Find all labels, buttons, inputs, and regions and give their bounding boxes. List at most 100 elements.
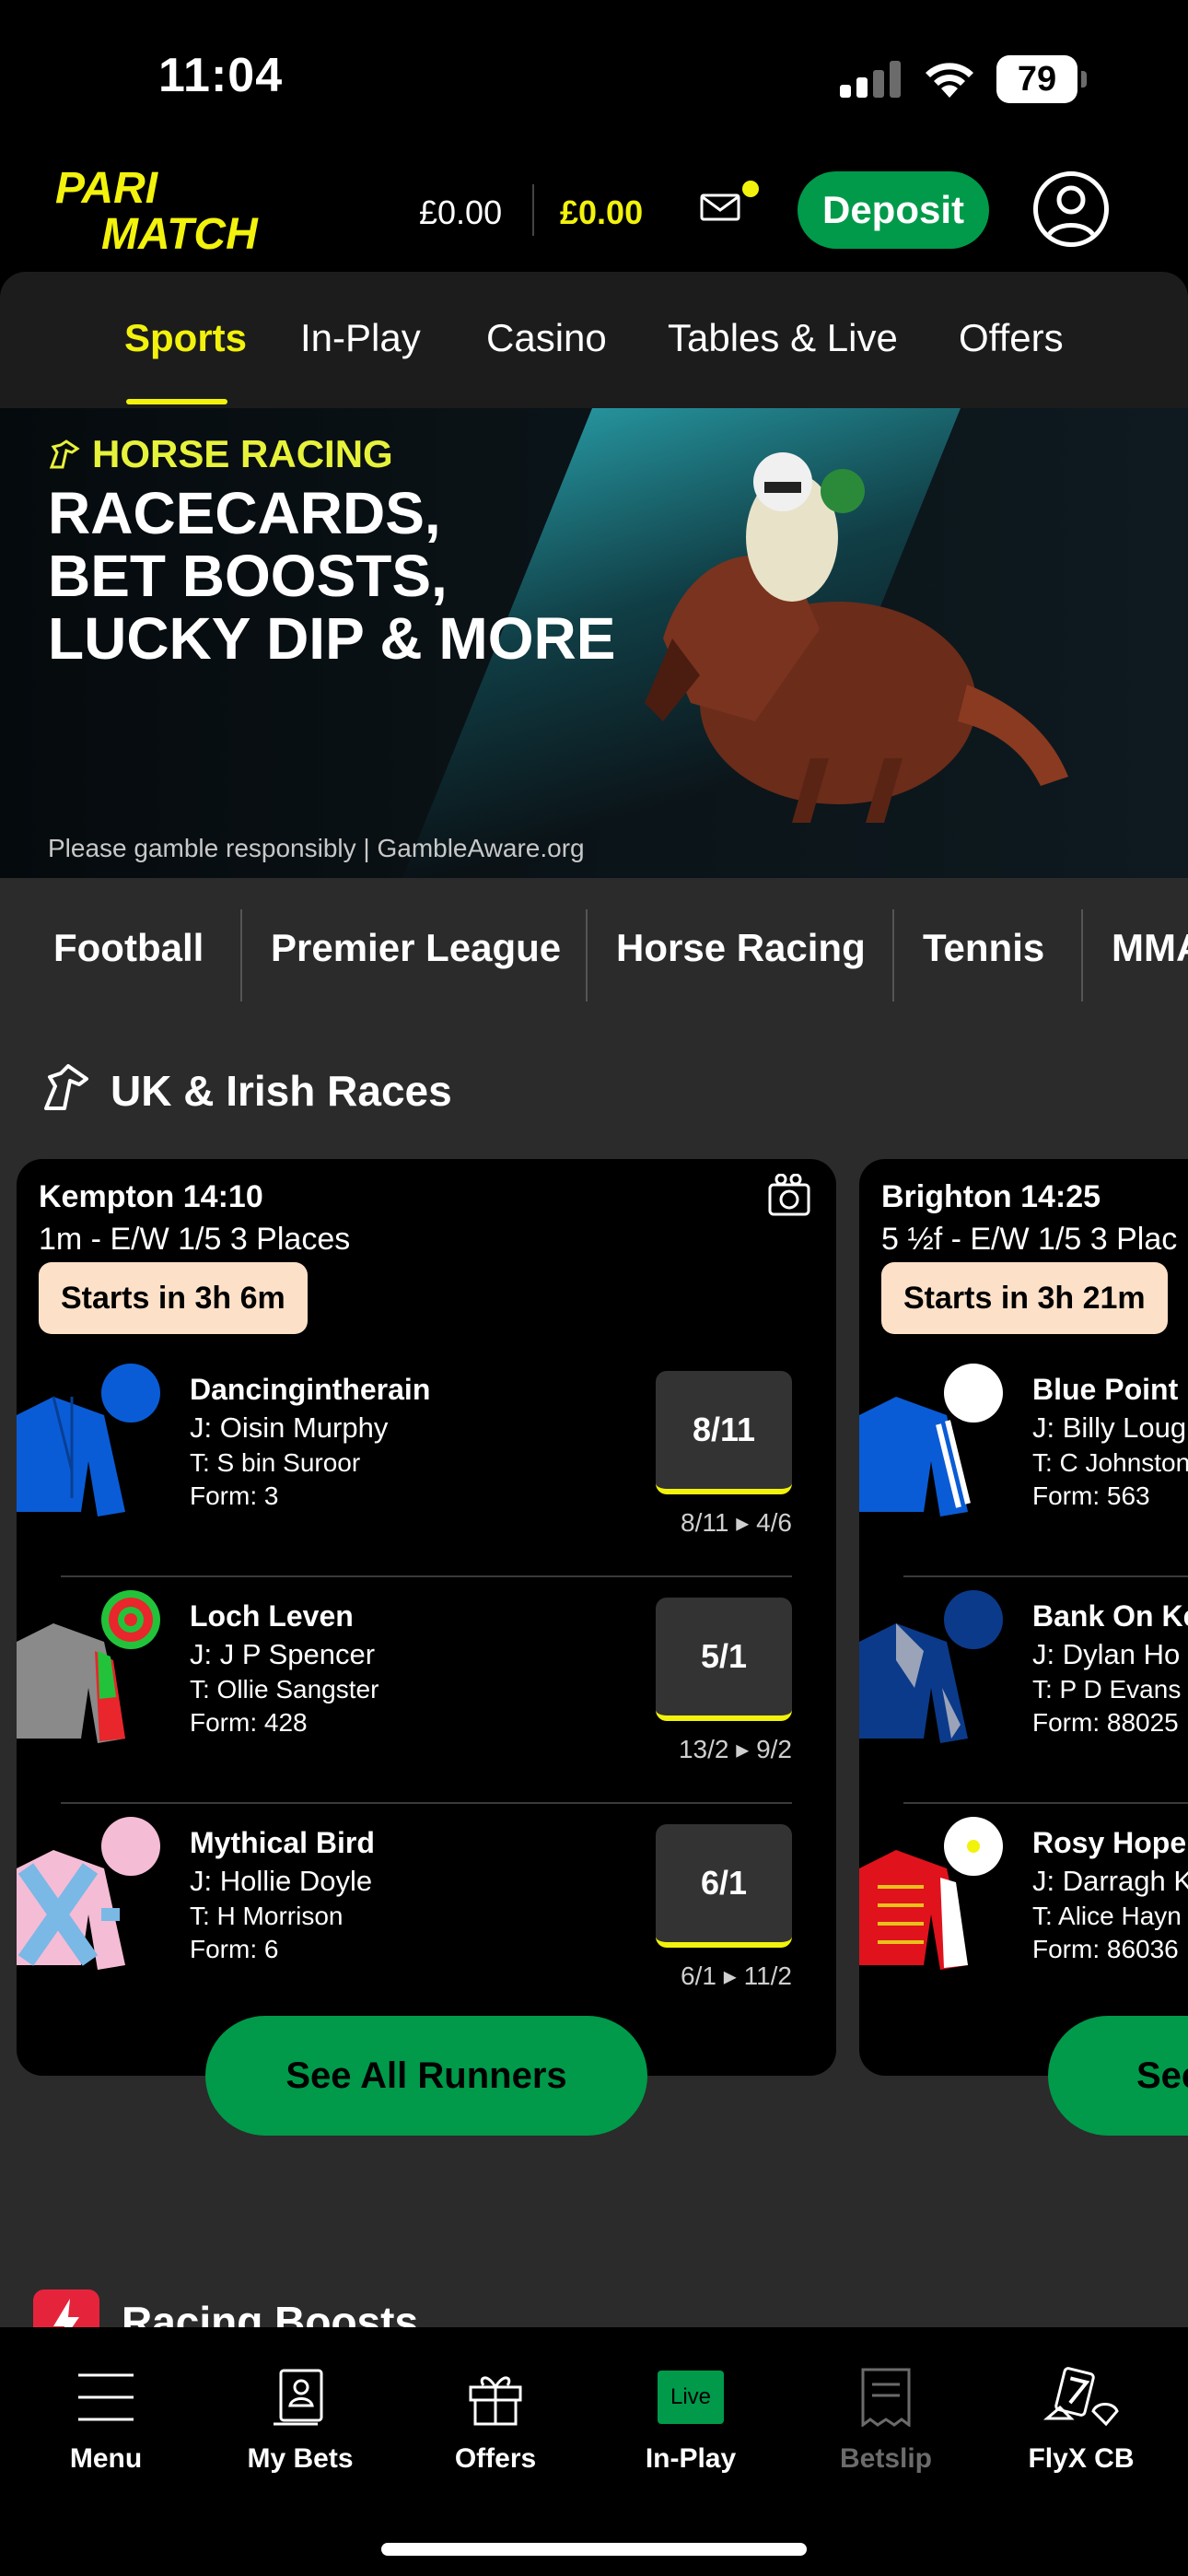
- tab-tables-live[interactable]: Tables & Live: [668, 316, 898, 360]
- runner-jockey: J: Dylan Ho: [1032, 1638, 1181, 1670]
- race-card[interactable]: Brighton 14:25 5 ½f - E/W 1/5 3 Plac Sta…: [859, 1159, 1188, 2076]
- menu-icon: [78, 2373, 134, 2421]
- runner-trainer: T: S bin Suroor: [190, 1448, 361, 1477]
- runner-row[interactable]: Mythical Bird J: Hollie Doyle T: H Morri…: [17, 1804, 836, 2031]
- odds-previous: 8/11: [681, 1508, 729, 1537]
- tab-casino[interactable]: Casino: [486, 316, 607, 360]
- tab-in-play[interactable]: In-Play: [300, 316, 421, 360]
- runner-name: Bank On Ke: [1032, 1599, 1188, 1633]
- odds-movement: 8/11 ▸ 4/6: [681, 1508, 792, 1537]
- jockey-horse-image: [645, 452, 1068, 823]
- race-details: 5 ½f - E/W 1/5 3 Plac: [881, 1222, 1178, 1257]
- status-time: 11:04: [158, 49, 284, 102]
- jockey-silks: [859, 1364, 1003, 1516]
- odds-previous: 6/1: [681, 1961, 716, 1990]
- app-header: PARI MATCH £0.00 £0.00 Deposit: [0, 157, 1188, 272]
- odds-button[interactable]: 6/1: [656, 1824, 792, 1948]
- racing-boosts-title: Racing Boosts: [122, 2298, 419, 2327]
- odds-movement: 13/2 ▸ 9/2: [678, 1735, 792, 1763]
- runner-jockey: J: J P Spencer: [190, 1638, 376, 1670]
- race-countdown: Starts in 3h 21m: [881, 1262, 1168, 1334]
- my-bets-icon: [274, 2369, 323, 2426]
- tab-label: In-Play: [645, 2443, 737, 2474]
- active-tab-indicator: [126, 399, 227, 404]
- tab-label: Offers: [454, 2443, 537, 2474]
- odds-current: 9/2: [756, 1735, 792, 1763]
- tab-in-play-bottom[interactable]: Live In-Play: [599, 2360, 783, 2475]
- runner-row[interactable]: Blue Point E J: Billy Loug T: C Johnston…: [859, 1351, 1188, 1577]
- sport-chip-strip: Football Premier League Horse Racing Ten…: [0, 878, 1188, 1035]
- live-stream-icon[interactable]: [766, 1174, 812, 1220]
- chip-divider: [240, 909, 242, 1001]
- tab-flyx-cb[interactable]: FlyX CB: [989, 2360, 1173, 2475]
- tab-sports[interactable]: Sports: [124, 316, 247, 360]
- runner-row[interactable]: Rosy Hope J: Darragh K T: Alice Hayn For…: [859, 1804, 1188, 2031]
- odds-button[interactable]: 5/1: [656, 1598, 792, 1721]
- tab-label: FlyX CB: [1028, 2443, 1135, 2474]
- tab-my-bets[interactable]: My Bets: [208, 2360, 392, 2475]
- banner-headline: RACECARDS, BET BOOSTS, LUCKY DIP & MORE: [48, 480, 616, 672]
- parimatch-logo[interactable]: PARI MATCH: [53, 164, 320, 256]
- status-bar: 11:04 79: [0, 0, 1188, 157]
- runner-form: Form: 86036: [1032, 1935, 1179, 1963]
- betslip-icon: [861, 2368, 911, 2427]
- runner-name: Loch Leven: [190, 1599, 354, 1633]
- race-details: 1m - E/W 1/5 3 Places: [39, 1222, 351, 1257]
- chip-football[interactable]: Football: [53, 926, 204, 970]
- runner-name: Dancingintherain: [190, 1373, 431, 1406]
- battery-indicator: 79: [996, 55, 1087, 103]
- balance-divider: [532, 184, 534, 236]
- section-title: UK & Irish Races: [111, 1067, 452, 1115]
- wifi-icon: [926, 63, 973, 98]
- runner-jockey: J: Hollie Doyle: [190, 1865, 373, 1897]
- runner-jockey: J: Oisin Murphy: [190, 1411, 389, 1444]
- tab-menu[interactable]: Menu: [14, 2360, 198, 2475]
- gift-icon: [469, 2376, 522, 2426]
- runner-row[interactable]: Loch Leven J: J P Spencer T: Ollie Sangs…: [17, 1577, 836, 1804]
- runner-row[interactable]: Dancingintherain J: Oisin Murphy T: S bi…: [17, 1351, 836, 1577]
- see-all-runners-button[interactable]: See: [1048, 2016, 1188, 2136]
- jockey-silks: [859, 1817, 1003, 1970]
- chip-divider: [892, 909, 894, 1001]
- bonus-balance[interactable]: £0.00: [560, 193, 643, 232]
- odds-current: 4/6: [756, 1508, 792, 1537]
- lightning-icon: [33, 2289, 99, 2327]
- runner-trainer: T: C Johnston: [1032, 1448, 1188, 1477]
- odds-movement: 6/1 ▸ 11/2: [681, 1961, 792, 1990]
- odds-previous: 13/2: [678, 1735, 729, 1763]
- race-card[interactable]: Kempton 14:10 1m - E/W 1/5 3 Places Star…: [17, 1159, 836, 2076]
- horse-head-icon: [49, 439, 80, 469]
- deposit-button[interactable]: Deposit: [798, 171, 989, 249]
- race-title: Kempton 14:10: [39, 1179, 263, 1214]
- runner-name: Rosy Hope: [1032, 1826, 1187, 1859]
- cash-balance[interactable]: £0.00: [419, 193, 502, 232]
- mail-icon[interactable]: [700, 192, 740, 223]
- tab-label: Betslip: [839, 2443, 933, 2474]
- runner-row[interactable]: Bank On Ke J: Dylan Ho T: P D Evans Form…: [859, 1577, 1188, 1804]
- chip-premier-league[interactable]: Premier League: [271, 926, 561, 970]
- notification-dot: [742, 181, 759, 197]
- chip-mma[interactable]: MMA: [1112, 926, 1188, 970]
- tab-label: Menu: [69, 2443, 143, 2474]
- see-all-runners-button[interactable]: See All Runners: [205, 2016, 647, 2136]
- chip-tennis[interactable]: Tennis: [923, 926, 1044, 970]
- odds-button[interactable]: 8/11: [656, 1371, 792, 1494]
- runner-form: Form: 563: [1032, 1481, 1150, 1510]
- svg-text:MATCH: MATCH: [101, 210, 259, 256]
- tab-label: My Bets: [247, 2443, 354, 2474]
- runner-form: Form: 88025: [1032, 1708, 1179, 1737]
- odds-current: 11/2: [743, 1961, 792, 1990]
- home-indicator[interactable]: [381, 2543, 807, 2556]
- flyx-icon: [1042, 2367, 1119, 2427]
- tab-betslip[interactable]: Betslip: [794, 2360, 978, 2475]
- race-title: Brighton 14:25: [881, 1179, 1101, 1214]
- jockey-silks: [17, 1817, 160, 1970]
- runner-form: Form: 3: [190, 1481, 279, 1510]
- tab-offers[interactable]: Offers: [959, 316, 1064, 360]
- promo-banner[interactable]: HORSE RACING RACECARDS, BET BOOSTS, LUCK…: [0, 408, 1188, 878]
- tab-offers-bottom[interactable]: Offers: [403, 2360, 588, 2475]
- main-nav: Sports In-Play Casino Tables & Live Offe…: [0, 272, 1188, 408]
- chip-horse-racing[interactable]: Horse Racing: [616, 926, 866, 970]
- runner-name: Blue Point E: [1032, 1373, 1188, 1406]
- profile-icon[interactable]: [1033, 171, 1109, 247]
